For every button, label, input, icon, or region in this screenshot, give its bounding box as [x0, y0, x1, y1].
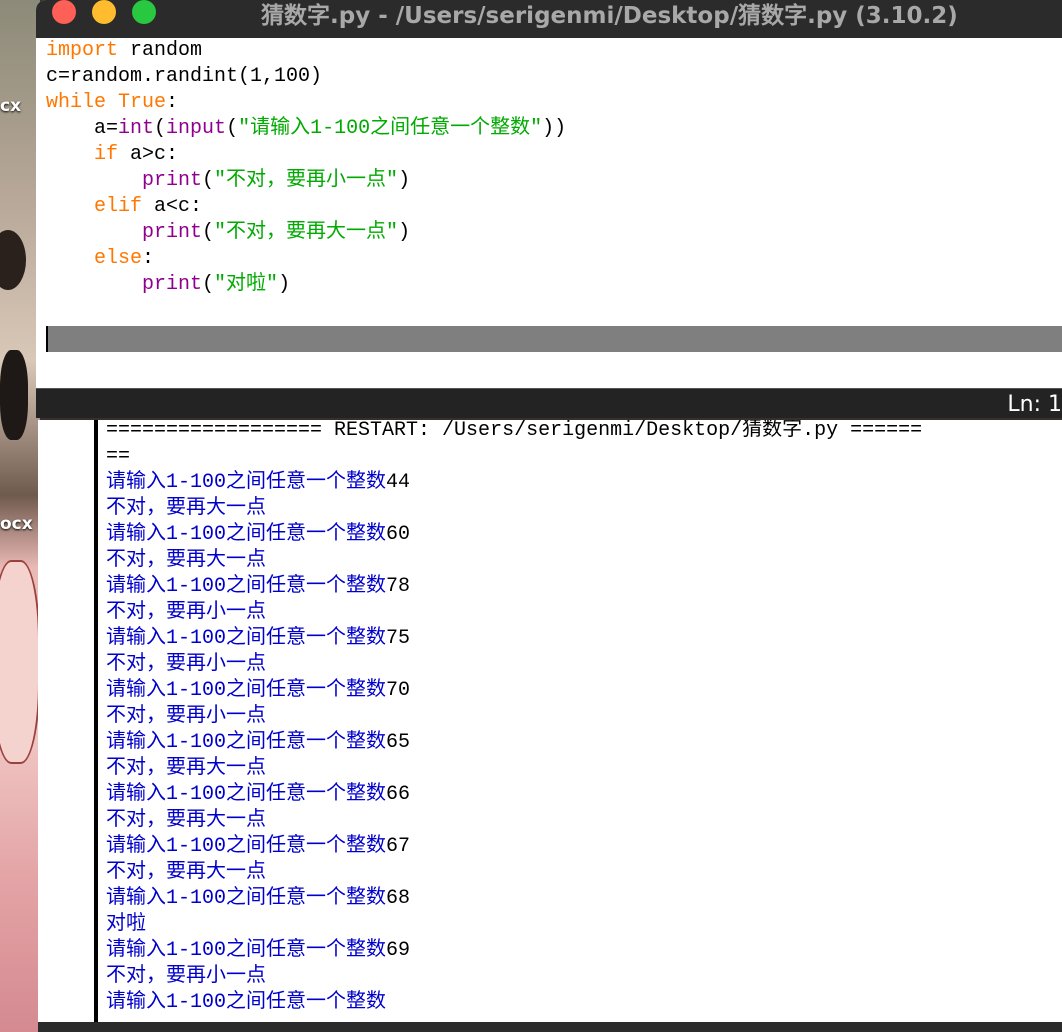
code-token: int — [118, 117, 155, 140]
shell-response: 不对，要再小一点 — [106, 601, 266, 624]
shell-response: 不对，要再大一点 — [106, 861, 266, 884]
editor-window: 猜数字.py - /Users/serigenmi/Desktop/猜数字.py… — [36, 0, 1062, 418]
code-token: print — [142, 221, 203, 244]
desktop-file-label[interactable]: ocx — [0, 514, 33, 534]
text-cursor — [46, 326, 48, 352]
code-token: ( — [226, 117, 239, 140]
code-token: a>c: — [118, 143, 179, 166]
shell-user-input: 60 — [386, 523, 411, 546]
shell-user-input: 70 — [386, 679, 411, 702]
current-line-highlight[interactable] — [46, 326, 1062, 352]
shell-response: 不对，要再小一点 — [106, 705, 266, 728]
shell-user-input: 65 — [386, 731, 411, 754]
line-number-indicator: Ln: 12 — [1007, 392, 1062, 417]
code-token: import — [46, 39, 119, 62]
shell-prompt: 请输入1-100之间任意一个整数 — [106, 575, 387, 598]
code-editor[interactable]: import random c=random.randint(1,100) wh… — [46, 38, 566, 298]
shell-prompt-active: 请输入1-100之间任意一个整数 — [106, 991, 387, 1014]
code-token: )) — [542, 117, 567, 140]
code-token: "请输入1-100之间任意一个整数" — [238, 117, 543, 140]
shell-response: 不对，要再小一点 — [106, 965, 266, 988]
shell-response: 不对，要再大一点 — [106, 809, 266, 832]
shell-user-input: 66 — [386, 783, 411, 806]
shell-prompt: 请输入1-100之间任意一个整数 — [106, 471, 387, 494]
wallpaper-shape — [0, 350, 28, 440]
shell-sidebar — [38, 420, 98, 1032]
shell-prompt: 请输入1-100之间任意一个整数 — [106, 627, 387, 650]
shell-user-input: 68 — [386, 887, 411, 910]
shell-prompt: 请输入1-100之间任意一个整数 — [106, 835, 387, 858]
desktop-file-label[interactable]: cx — [0, 96, 21, 116]
code-token: if — [94, 143, 119, 166]
restart-line: ================== RESTART: /Users/serig… — [106, 420, 923, 442]
code-token: input — [166, 117, 227, 140]
code-token: print — [142, 169, 203, 192]
code-token: elif — [94, 195, 143, 218]
window-title: 猜数字.py - /Users/serigenmi/Desktop/猜数字.py… — [261, 3, 958, 29]
shell-response: 不对，要再大一点 — [106, 757, 266, 780]
shell-response: 对啦 — [106, 913, 146, 936]
shell-prompt: 请输入1-100之间任意一个整数 — [106, 679, 387, 702]
code-token: : — [166, 91, 179, 114]
editor-titlebar[interactable]: 猜数字.py - /Users/serigenmi/Desktop/猜数字.py… — [36, 0, 1062, 38]
code-token: a= — [46, 117, 119, 140]
code-token: "不对，要再小一点" — [214, 169, 399, 192]
minimize-button[interactable] — [92, 0, 116, 24]
shell-prompt: 请输入1-100之间任意一个整数 — [106, 887, 387, 910]
shell-prompt: 请输入1-100之间任意一个整数 — [106, 783, 387, 806]
shell-response: 不对，要再大一点 — [106, 497, 266, 520]
code-token: "不对，要再大一点" — [214, 221, 399, 244]
shell-output[interactable]: ================== RESTART: /Users/serig… — [106, 420, 922, 1016]
shell-user-input: 75 — [386, 627, 411, 650]
shell-user-input: 78 — [386, 575, 411, 598]
shell-prompt: 请输入1-100之间任意一个整数 — [106, 523, 387, 546]
wallpaper-shape — [0, 230, 26, 290]
status-bar: Ln: 12 — [36, 388, 1062, 418]
shell-response: 不对，要再大一点 — [106, 549, 266, 572]
code-token: while — [46, 91, 107, 114]
code-token: random — [118, 39, 203, 62]
code-token: True — [118, 91, 167, 114]
shell-response: 不对，要再小一点 — [106, 653, 266, 676]
code-token: : — [142, 247, 155, 270]
shell-prompt: 请输入1-100之间任意一个整数 — [106, 731, 387, 754]
restart-line-tail: == — [106, 445, 131, 468]
shell-user-input: 67 — [386, 835, 411, 858]
shell-window: ================== RESTART: /Users/serig… — [38, 420, 1062, 1032]
code-token: "对啦" — [214, 273, 279, 296]
wallpaper-shape — [0, 560, 40, 764]
shell-user-input: 69 — [386, 939, 411, 962]
code-token: c=random.randint(1,100) — [46, 65, 323, 88]
code-token: else — [94, 247, 143, 270]
code-token: a<c: — [142, 195, 203, 218]
code-token: ( — [154, 117, 167, 140]
shell-bottom-bar — [38, 1022, 1062, 1032]
shell-user-input: 44 — [386, 471, 411, 494]
shell-prompt: 请输入1-100之间任意一个整数 — [106, 939, 387, 962]
zoom-button[interactable] — [132, 0, 156, 24]
close-button[interactable] — [52, 0, 76, 24]
code-token: print — [142, 273, 203, 296]
